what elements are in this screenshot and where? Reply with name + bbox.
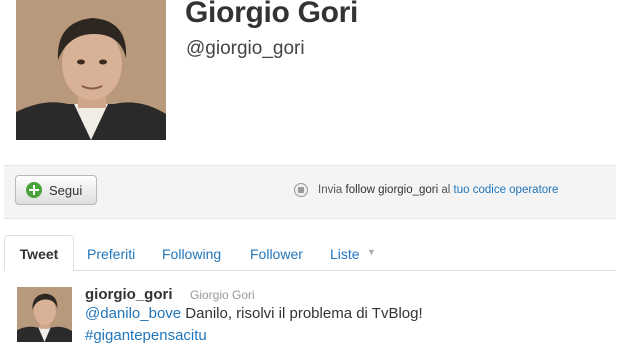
tweet-realname: Giorgio Gori (190, 288, 255, 302)
tweet-mention[interactable]: @danilo_bove (85, 305, 181, 322)
tab-lists[interactable]: Liste (330, 246, 360, 262)
sms-prefix: Invia (318, 184, 346, 196)
profile-avatar[interactable] (16, 0, 166, 140)
tab-following[interactable]: Following (162, 246, 221, 262)
profile-name: Giorgio Gori (185, 0, 359, 29)
chevron-down-icon[interactable]: ▼ (367, 247, 376, 257)
tweet-username[interactable]: giorgio_gori (85, 286, 173, 303)
follow-button-label: Segui (49, 182, 83, 198)
sms-command: follow giorgio_gori (345, 184, 439, 196)
tab-divider (74, 270, 616, 271)
operator-code-link[interactable]: tuo codice operatore (454, 184, 559, 196)
tweet-hashtag[interactable]: #gigantepensacitu (85, 327, 207, 344)
tweet-text: @danilo_bove Danilo, risolvi il problema… (85, 305, 423, 322)
follow-button[interactable]: Segui (15, 175, 97, 205)
tweet-avatar[interactable] (17, 287, 72, 342)
sms-middle: al (438, 184, 454, 196)
tab-tweet[interactable]: Tweet (4, 235, 74, 271)
sms-phone-icon (294, 183, 308, 197)
tab-favorites[interactable]: Preferiti (87, 246, 135, 262)
sms-follow-instruction: Invia follow giorgio_gori al tuo codice … (318, 184, 558, 196)
tab-followers[interactable]: Follower (250, 246, 303, 262)
profile-handle: @giorgio_gori (186, 38, 305, 59)
tweet-body: Danilo, risolvi il problema di TvBlog! (181, 305, 423, 322)
plus-circle-icon (26, 182, 42, 198)
